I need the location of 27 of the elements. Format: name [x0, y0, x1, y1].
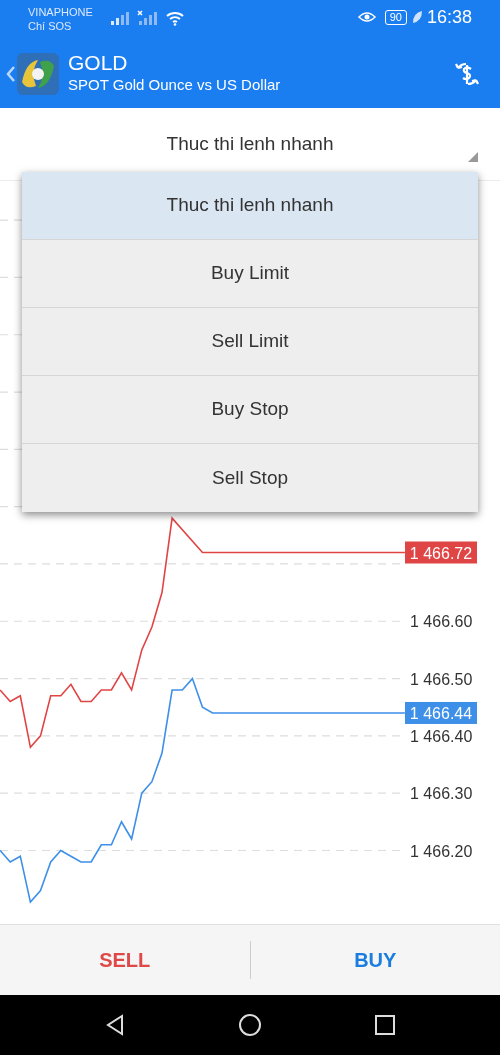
symbol-title: GOLD [68, 51, 129, 75]
price-tag: 1 466.44 [405, 701, 477, 724]
axis-label: 1 466.60 [410, 613, 473, 631]
axis-label: 1 466.30 [410, 785, 473, 803]
menu-item[interactable]: Sell Stop [22, 444, 478, 512]
menu-item[interactable]: Buy Stop [22, 376, 478, 444]
sell-button[interactable]: SELL [0, 925, 250, 995]
wifi-icon [164, 10, 185, 26]
symbol-description: SPOT Gold Ounce vs US Dollar [68, 75, 281, 96]
app-logo-icon [16, 52, 60, 96]
carrier-status: Chí SOS [28, 19, 73, 34]
dropdown-triangle-icon [468, 152, 478, 162]
carrier-name: VINAPHONE [28, 6, 93, 20]
buy-button[interactable]: BUY [250, 925, 500, 995]
menu-item[interactable]: Sell Limit [22, 308, 478, 376]
battery-indicator: 90 [384, 9, 407, 25]
recent-apps-icon[interactable] [372, 1013, 397, 1037]
axis-label: 1 466.40 [410, 727, 473, 745]
leaf-icon [410, 10, 423, 25]
axis-label: 1 466.20 [410, 842, 473, 860]
home-icon[interactable] [238, 1013, 262, 1037]
status-time: 16:38 [426, 6, 472, 29]
axis-label: 1 466.50 [410, 670, 473, 688]
menu-item[interactable]: Buy Limit [22, 240, 478, 308]
menu-item[interactable]: Thuc thi lenh nhanh [22, 172, 478, 240]
eye-icon [356, 10, 377, 25]
price-tag: 1 466.72 [405, 541, 477, 564]
